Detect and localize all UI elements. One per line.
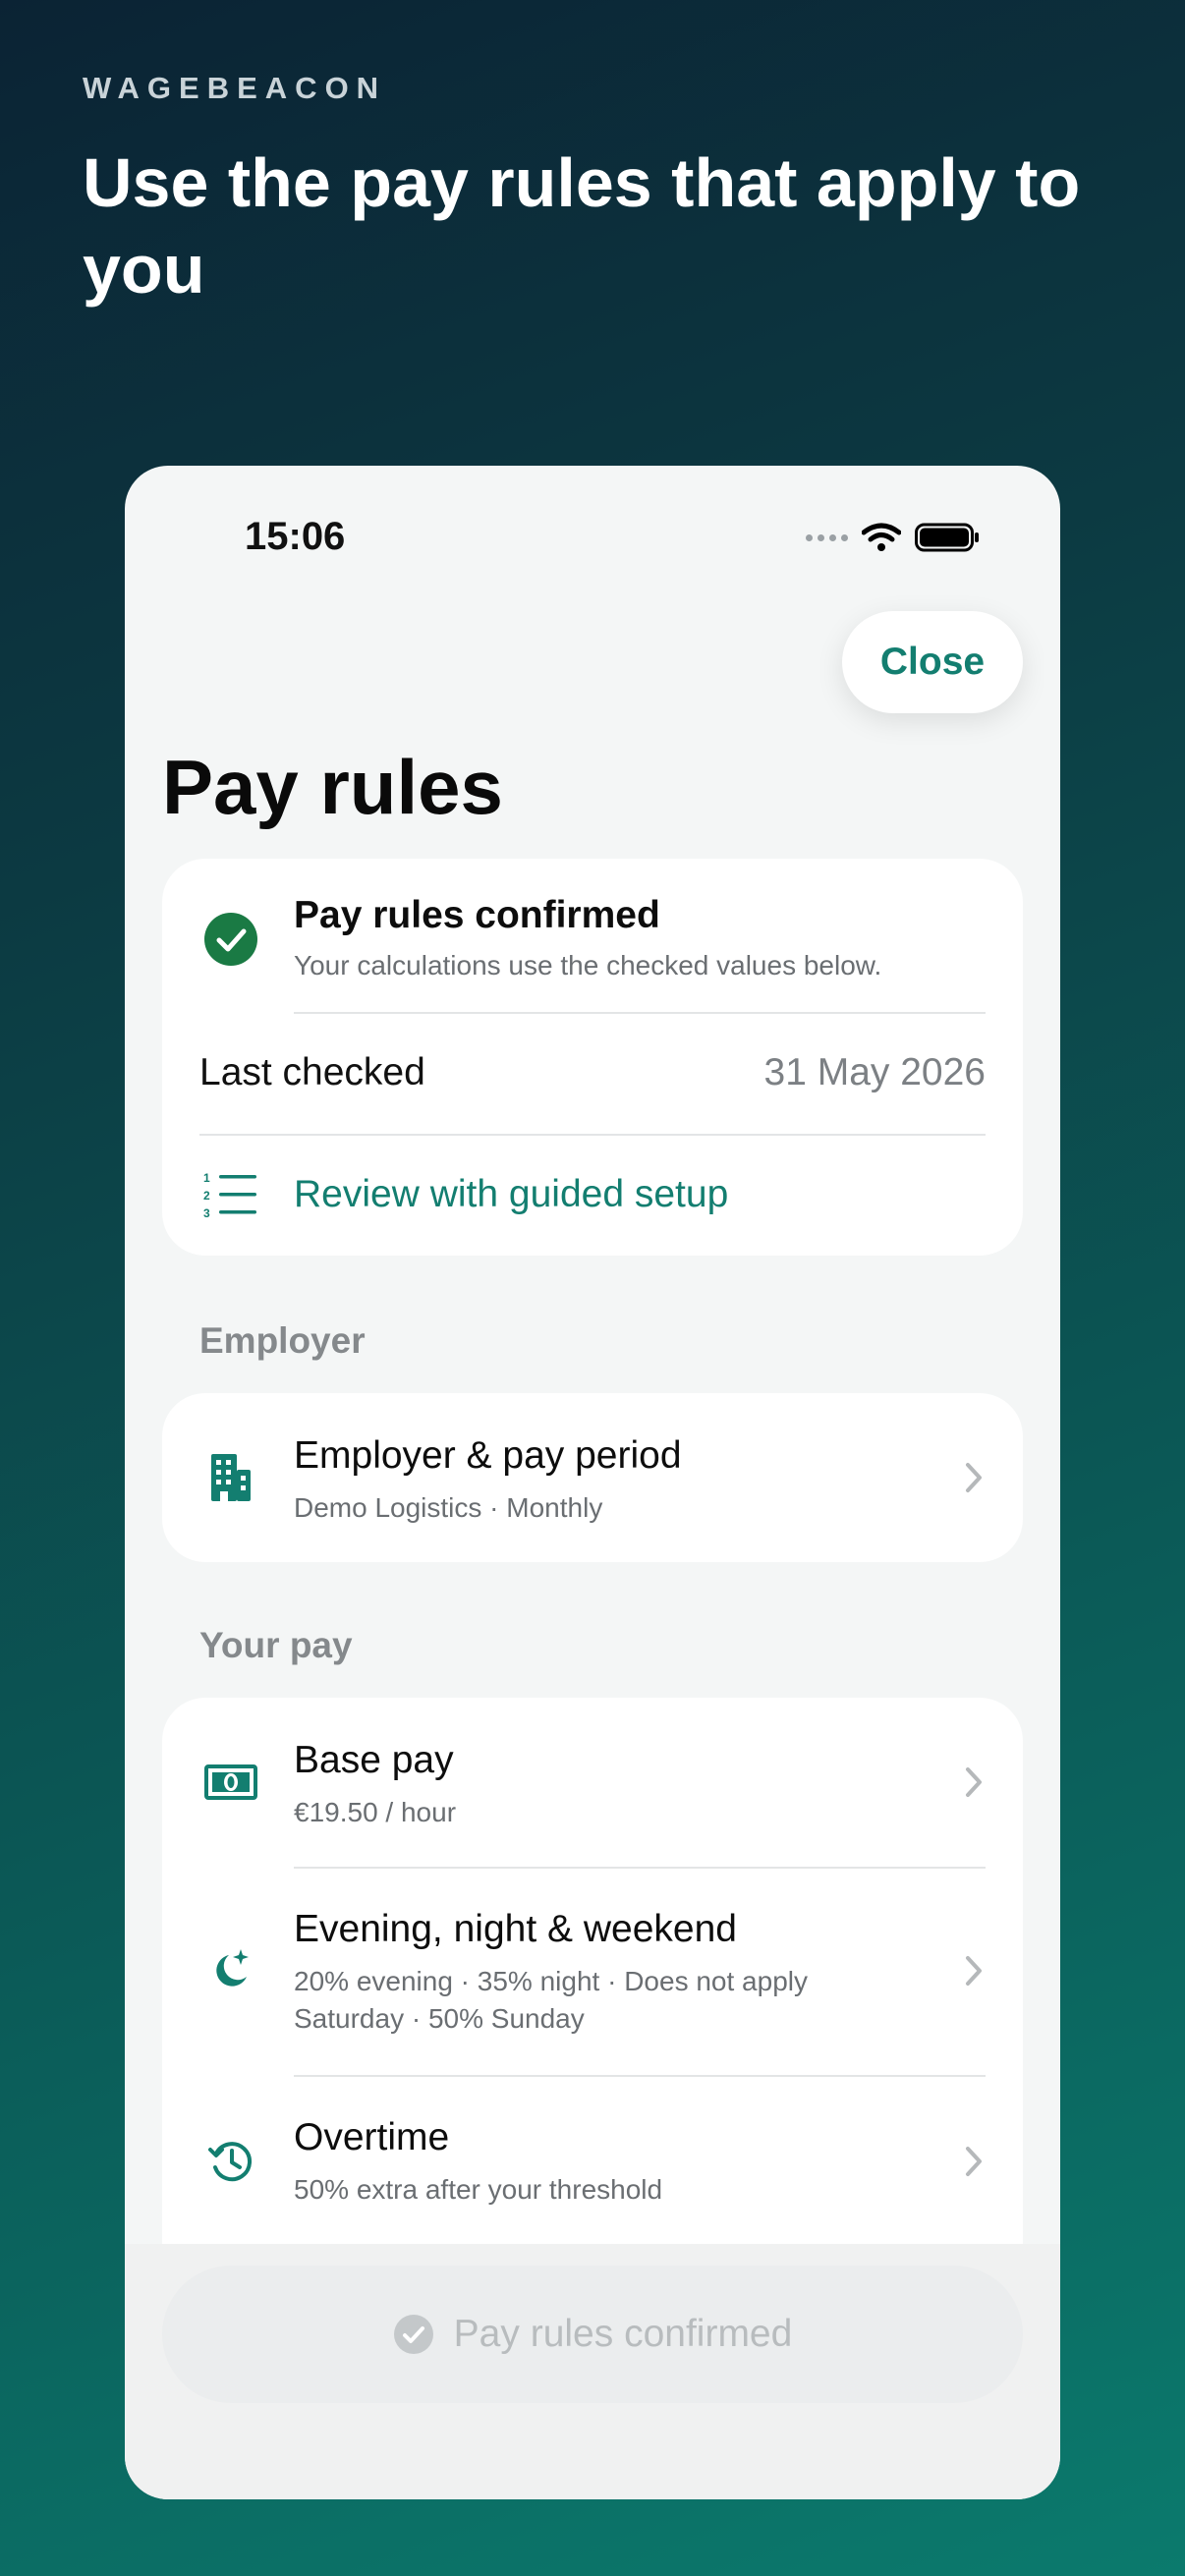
page-title: Pay rules xyxy=(162,744,503,830)
brand-label: WAGEBEACON xyxy=(83,71,387,105)
last-checked-label: Last checked xyxy=(199,1051,425,1093)
employer-pay-period-row[interactable]: Employer & pay period Demo Logistics · M… xyxy=(162,1393,1023,1562)
base-pay-row[interactable]: Base pay €19.50 / hour xyxy=(162,1698,1023,1867)
evening-night-weekend-subtitle: 20% evening · 35% night · Does not apply… xyxy=(294,1966,808,2034)
section-label-employer: Employer xyxy=(199,1320,366,1361)
close-button[interactable]: Close xyxy=(842,611,1023,713)
evening-night-weekend-title: Evening, night & weekend xyxy=(294,1908,737,1950)
confirmed-subtitle: Your calculations use the checked values… xyxy=(294,950,882,980)
svg-text:2: 2 xyxy=(203,1189,210,1203)
overtime-title: Overtime xyxy=(294,2116,450,2158)
chevron-right-icon xyxy=(966,1463,982,1492)
confirmed-row: Pay rules confirmed Your calculations us… xyxy=(162,859,1023,1016)
check-circle-icon xyxy=(201,910,260,969)
base-pay-subtitle: €19.50 / hour xyxy=(294,1797,457,1827)
svg-text:1: 1 xyxy=(203,1171,210,1185)
svg-text:3: 3 xyxy=(203,1206,210,1219)
check-circle-icon xyxy=(393,2315,433,2354)
pay-rules-confirmed-button[interactable]: Pay rules confirmed xyxy=(162,2266,1023,2403)
last-checked-value: 31 May 2026 xyxy=(763,1051,987,1093)
overtime-subtitle: 50% extra after your threshold xyxy=(294,2174,663,2205)
chevron-right-icon xyxy=(966,1956,982,1986)
chevron-right-icon xyxy=(966,2147,982,2176)
last-checked-row: Last checked 31 May 2026 xyxy=(162,1014,1023,1134)
numbered-list-icon: 1 2 3 xyxy=(201,1165,260,1224)
evening-night-weekend-row[interactable]: Evening, night & weekend 20% evening · 3… xyxy=(162,1869,1023,2075)
section-label-your-pay: Your pay xyxy=(199,1625,353,1665)
bottom-action-bar: Pay rules confirmed xyxy=(125,2244,1060,2499)
banknote-icon xyxy=(201,1753,260,1812)
employer-card: Employer & pay period Demo Logistics · M… xyxy=(162,1393,1023,1562)
confirm-label: Pay rules confirmed xyxy=(453,2313,793,2355)
employer-title: Employer & pay period xyxy=(294,1434,682,1477)
overtime-row[interactable]: Overtime 50% extra after your threshold xyxy=(162,2077,1023,2250)
review-guided-setup-link[interactable]: 1 2 3 Review with guided setup xyxy=(162,1136,1023,1256)
wifi-icon xyxy=(862,523,901,551)
status-card: Pay rules confirmed Your calculations us… xyxy=(162,859,1023,1256)
review-label: Review with guided setup xyxy=(294,1173,729,1215)
headline: Use the pay rules that apply to you xyxy=(83,144,1081,308)
signal-icon xyxy=(806,533,848,541)
battery-icon xyxy=(915,523,979,552)
status-icons xyxy=(806,523,980,552)
moon-stars-icon xyxy=(201,1939,260,1998)
phone-screen: 15:06 Close Pay rules Pay rules confirme… xyxy=(125,466,1060,2499)
building-icon xyxy=(201,1448,260,1507)
status-time: 15:06 xyxy=(245,515,346,558)
employer-subtitle: Demo Logistics · Monthly xyxy=(294,1492,603,1523)
base-pay-title: Base pay xyxy=(294,1739,454,1781)
clock-history-icon xyxy=(201,2132,260,2191)
chevron-right-icon xyxy=(966,1767,982,1797)
confirmed-title: Pay rules confirmed xyxy=(294,894,660,936)
